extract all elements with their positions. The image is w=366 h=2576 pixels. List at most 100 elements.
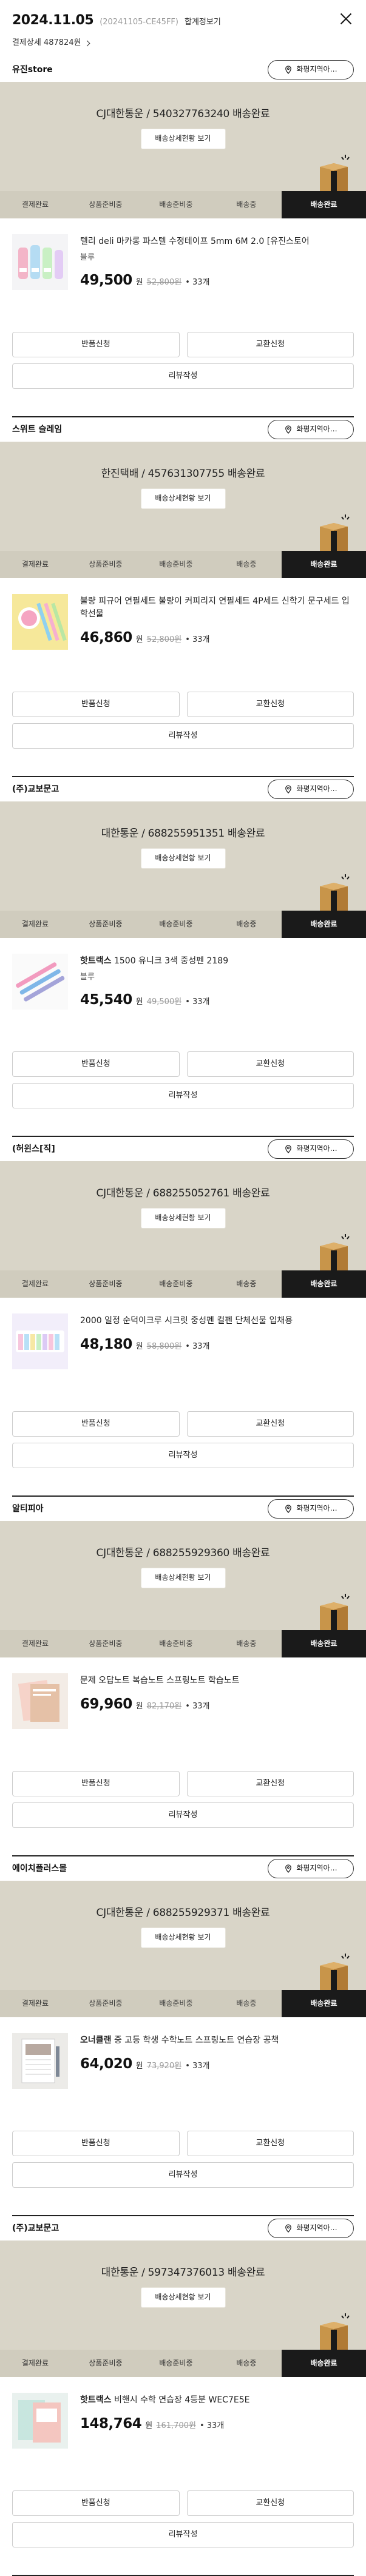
tracking-detail-button[interactable]: 배송상세현황 보기 [140, 848, 226, 869]
order-title-row: 2024.11.05 (20241105-CE45FF) 합계정보기 [12, 12, 354, 30]
product-item[interactable]: 텔리 deli 마카롱 파스텔 수정테이프 5mm 6M 2.0 [유진스토어 … [0, 218, 366, 332]
product-item[interactable]: 오너클랜 중 고등 학생 수학노트 스프링노트 연습장 공책 64,020 원 … [0, 2017, 366, 2131]
exchange-request-button[interactable]: 교환신청 [186, 2131, 354, 2156]
exchange-request-button[interactable]: 교환신청 [186, 1411, 354, 1437]
shipping-status-panel: CJ대한통운 / 688255929360 배송완료 배송상세현황 보기 [0, 1521, 366, 1630]
progress-step: 배송중 [236, 1639, 257, 1648]
price-unit: 원 [135, 1702, 143, 1711]
product-thumbnail[interactable] [12, 954, 68, 1010]
product-quantity: • 33개 [185, 997, 210, 1006]
product-name: 불량 피규어 연필세트 불량이 커피리지 연필세트 4P세트 신학기 문구세트 … [80, 595, 354, 621]
progress-step: 배송준비중 [159, 2358, 193, 2367]
exchange-request-button[interactable]: 교환신청 [186, 332, 354, 357]
delivered-box-icon [320, 874, 350, 911]
exchange-request-button[interactable]: 교환신청 [186, 1771, 354, 1796]
price-unit: 원 [135, 635, 143, 644]
write-review-button[interactable]: 리뷰작성 [12, 723, 354, 749]
tracking-detail-button[interactable]: 배송상세현황 보기 [140, 1927, 226, 1949]
location-pin-icon [285, 425, 292, 434]
seller-section: 유진store 화평지역아… CJ대한통운 / 540327763240 배송완… [0, 58, 366, 417]
delivery-map-button[interactable]: 화평지역아… [268, 420, 354, 439]
delivered-box-icon [320, 1234, 350, 1270]
delivery-progress-steps: 결제완료 상품준비중 배송준비중 배송중 배송완료 [0, 1270, 366, 1298]
location-pin-icon [285, 1145, 292, 1153]
write-review-button[interactable]: 리뷰작성 [12, 2162, 354, 2188]
progress-step: 배송중 [236, 200, 257, 209]
tracking-detail-button[interactable]: 배송상세현황 보기 [140, 1568, 226, 1589]
product-thumbnail[interactable] [12, 1673, 68, 1729]
product-item[interactable]: 불량 피규어 연필세트 불량이 커피리지 연필세트 4P세트 신학기 문구세트 … [0, 578, 366, 692]
price-unit: 원 [135, 277, 143, 287]
seller-name: 알티피아 [12, 1503, 44, 1514]
product-thumbnail[interactable] [12, 594, 68, 650]
return-request-button[interactable]: 반품신청 [12, 1771, 180, 1796]
close-icon[interactable] [338, 11, 354, 27]
write-review-button[interactable]: 리뷰작성 [12, 1802, 354, 1828]
original-price: 58,800원 [146, 1342, 182, 1351]
seller-section: 알티피아 화평지역아… CJ대한통운 / 688255929360 배송완료 배… [0, 1497, 366, 1856]
progress-step: 배송준비중 [159, 559, 193, 568]
product-item[interactable]: 2000 일정 순덕이크루 시크릿 중성펜 컬펜 단체선물 입채용 48,180… [0, 1298, 366, 1411]
exchange-request-button[interactable]: 교환신청 [186, 2490, 354, 2516]
order-header: 2024.11.05 (20241105-CE45FF) 합계정보기 결제상세 … [0, 0, 366, 58]
review-row: 리뷰작성 [12, 2162, 354, 2188]
write-review-button[interactable]: 리뷰작성 [12, 363, 354, 389]
return-request-button[interactable]: 반품신청 [12, 1051, 180, 1077]
product-price: 48,180 [80, 1337, 132, 1352]
action-row: 반품신청 교환신청 [12, 692, 354, 717]
review-row: 리뷰작성 [12, 1083, 354, 1108]
progress-step: 배송준비중 [159, 1639, 193, 1648]
write-review-button[interactable]: 리뷰작성 [12, 1443, 354, 1468]
delivery-map-button[interactable]: 화평지역아… [268, 780, 354, 799]
product-title: 불량 피규어 연필세트 불량이 커피리지 연필세트 4P세트 신학기 문구세트 … [80, 596, 350, 619]
seller-section: (주)교보문고 화평지역아… 대한통운 / 597347376013 배송완료 … [0, 2216, 366, 2576]
price-unit: 원 [135, 2062, 143, 2071]
product-item[interactable]: 핫트랙스 1500 유니크 3색 중성펜 2189 블루 45,540 원 49… [0, 938, 366, 1051]
product-quantity: • 33개 [185, 2062, 210, 2071]
delivery-map-button[interactable]: 화평지역아… [268, 1139, 354, 1159]
original-price: 49,500원 [146, 997, 182, 1006]
tracking-detail-button[interactable]: 배송상세현황 보기 [140, 1208, 226, 1229]
seller-name: (주)교보문고 [12, 784, 59, 794]
product-item[interactable]: 핫트랙스 비핸시 수학 연습장 4등분 WEC7E5E 148,764 원 16… [0, 2377, 366, 2490]
merge-view-link[interactable]: 합계정보기 [185, 18, 221, 28]
shipping-status-panel: 대한통운 / 597347376013 배송완료 배송상세현황 보기 [0, 2241, 366, 2350]
product-thumbnail[interactable] [12, 234, 68, 290]
payment-detail-link[interactable]: 결제상세 487824원 [12, 38, 354, 49]
product-price: 46,860 [80, 630, 132, 646]
delivery-map-button[interactable]: 화평지역아… [268, 1859, 354, 1878]
return-request-button[interactable]: 반품신청 [12, 1411, 180, 1437]
product-thumbnail[interactable] [12, 2033, 68, 2089]
product-quantity: • 33개 [185, 1342, 210, 1351]
return-request-button[interactable]: 반품신청 [12, 692, 180, 717]
exchange-request-button[interactable]: 교환신청 [186, 692, 354, 717]
tracking-detail-button[interactable]: 배송상세현황 보기 [140, 129, 226, 150]
progress-step: 배송준비중 [159, 200, 193, 209]
delivery-map-label: 화평지역아… [296, 65, 337, 74]
return-request-button[interactable]: 반품신청 [12, 2131, 180, 2156]
write-review-button[interactable]: 리뷰작성 [12, 1083, 354, 1108]
product-title: 1500 유니크 3색 중성펜 2189 [111, 956, 229, 966]
seller-name: 스위트 슬레임 [12, 424, 63, 434]
product-item[interactable]: 문제 오답노트 복습노트 스프링노트 학습노트 69,960 원 82,170원… [0, 1657, 366, 1771]
tracking-detail-button[interactable]: 배송상세현황 보기 [140, 2287, 226, 2308]
product-thumbnail[interactable] [12, 2393, 68, 2449]
seller-header: (허윈스[직] 화평지역아… [0, 1137, 366, 1161]
progress-step: 결제완료 [21, 200, 49, 209]
exchange-request-button[interactable]: 교환신청 [186, 1051, 354, 1077]
write-review-button[interactable]: 리뷰작성 [12, 2522, 354, 2547]
progress-step: 결제완료 [21, 2358, 49, 2367]
tracking-detail-button[interactable]: 배송상세현황 보기 [140, 488, 226, 510]
return-request-button[interactable]: 반품신청 [12, 2490, 180, 2516]
delivery-map-button[interactable]: 화평지역아… [268, 1499, 354, 1519]
original-price: 161,700원 [156, 2421, 196, 2430]
seller-section: 에이치플러스몰 화평지역아… CJ대한통운 / 688255929371 배송완… [0, 1856, 366, 2216]
return-request-button[interactable]: 반품신청 [12, 332, 180, 357]
delivery-map-button[interactable]: 화평지역아… [268, 2219, 354, 2238]
progress-step: 배송완료 [281, 551, 366, 578]
product-name: 텔리 deli 마카롱 파스텔 수정테이프 5mm 6M 2.0 [유진스토어 [80, 235, 354, 248]
delivery-map-button[interactable]: 화평지역아… [268, 60, 354, 79]
product-thumbnail[interactable] [12, 1313, 68, 1369]
order-date: 2024.11.05 [12, 13, 94, 28]
order-actions: 반품신청 교환신청 리뷰작성 [0, 692, 366, 749]
